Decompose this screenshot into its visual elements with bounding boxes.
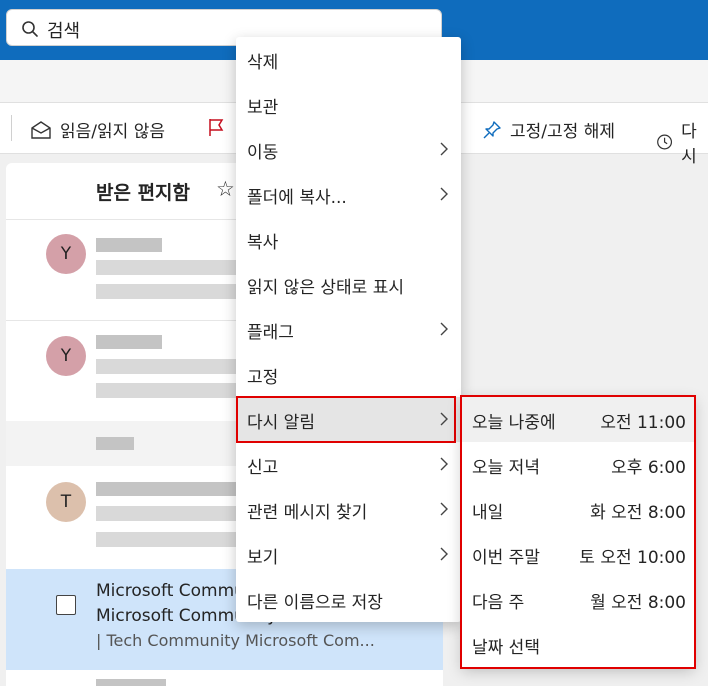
menu-item-view[interactable]: 보기 — [236, 532, 461, 577]
avatar: T — [46, 482, 86, 522]
read-unread-label: 읽음/읽지 않음 — [60, 122, 165, 142]
message-preview: | Tech Community Microsoft Com... — [96, 631, 375, 650]
chevron-right-icon — [440, 187, 448, 201]
envelope-open-icon — [31, 120, 51, 139]
avatar: Y — [46, 336, 86, 376]
blurred-sender — [96, 335, 162, 349]
pin-unpin-label: 고정/고정 해제 — [510, 122, 615, 142]
menu-item-label: 복사 — [247, 233, 279, 253]
blurred-sender — [96, 679, 166, 686]
blurred-preview — [96, 284, 236, 299]
blurred-subject — [96, 260, 236, 275]
chevron-right-icon — [440, 322, 448, 336]
blurred-preview — [96, 383, 236, 398]
menu-item-copy-to-folder[interactable]: 폴더에 복사... — [236, 172, 461, 217]
message-sender: Microsoft Commu — [96, 581, 245, 601]
menu-item-label: 삭제 — [247, 53, 279, 73]
chevron-right-icon — [440, 457, 448, 471]
toolbar-separator — [11, 115, 12, 141]
menu-item-delete[interactable]: 삭제 — [236, 37, 461, 82]
snooze-button[interactable]: 다시 — [656, 117, 708, 167]
menu-item-mark-unread[interactable]: 읽지 않은 상태로 표시 — [236, 262, 461, 307]
menu-item-label: 보관 — [247, 98, 279, 118]
menu-item-move[interactable]: 이동 — [236, 127, 461, 172]
blurred-group-label — [96, 437, 134, 450]
clock-icon — [657, 134, 673, 150]
search-placeholder: 검색 — [47, 21, 81, 42]
snooze-label: 다시 — [681, 122, 697, 167]
menu-item-label: 이동 — [247, 143, 279, 163]
next-message-item[interactable] — [6, 675, 443, 686]
menu-item-label: 다른 이름으로 저장 — [247, 593, 383, 613]
menu-item-archive[interactable]: 보관 — [236, 82, 461, 127]
flag-button[interactable] — [207, 117, 225, 137]
blurred-preview — [96, 532, 236, 547]
chevron-right-icon — [440, 502, 448, 516]
context-menu: 삭제 보관 이동 폴더에 복사... 복사 읽지 않은 상태로 표시 플래그 고… — [236, 37, 461, 622]
highlight-box-snooze-item — [236, 396, 456, 443]
blurred-subject — [96, 359, 236, 374]
menu-item-label: 고정 — [247, 368, 279, 388]
menu-item-label: 읽지 않은 상태로 표시 — [247, 278, 404, 298]
message-checkbox[interactable] — [56, 595, 76, 615]
menu-item-label: 플래그 — [247, 323, 294, 343]
search-icon — [22, 21, 38, 37]
star-icon[interactable]: ☆ — [216, 177, 235, 201]
pin-unpin-button[interactable]: 고정/고정 해제 — [482, 117, 615, 142]
highlight-box-snooze-submenu — [460, 395, 696, 669]
blurred-subject — [96, 506, 236, 521]
menu-item-flag[interactable]: 플래그 — [236, 307, 461, 352]
chevron-right-icon — [440, 142, 448, 156]
read-unread-button[interactable]: 읽음/읽지 않음 — [30, 117, 165, 142]
menu-item-label: 신고 — [247, 458, 279, 478]
menu-item-report[interactable]: 신고 — [236, 442, 461, 487]
menu-item-label: 보기 — [247, 548, 279, 568]
menu-item-copy[interactable]: 복사 — [236, 217, 461, 262]
menu-item-label: 관련 메시지 찾기 — [247, 503, 368, 523]
menu-item-save-as[interactable]: 다른 이름으로 저장 — [236, 577, 461, 622]
menu-item-find-related[interactable]: 관련 메시지 찾기 — [236, 487, 461, 532]
menu-item-pin[interactable]: 고정 — [236, 352, 461, 397]
avatar: Y — [46, 234, 86, 274]
blurred-sender — [96, 482, 236, 496]
pin-icon — [483, 120, 501, 138]
flag-icon — [209, 119, 224, 136]
chevron-right-icon — [440, 547, 448, 561]
menu-item-label: 폴더에 복사... — [247, 188, 347, 208]
blurred-sender — [96, 238, 162, 252]
folder-title: 받은 편지함 — [96, 182, 191, 204]
